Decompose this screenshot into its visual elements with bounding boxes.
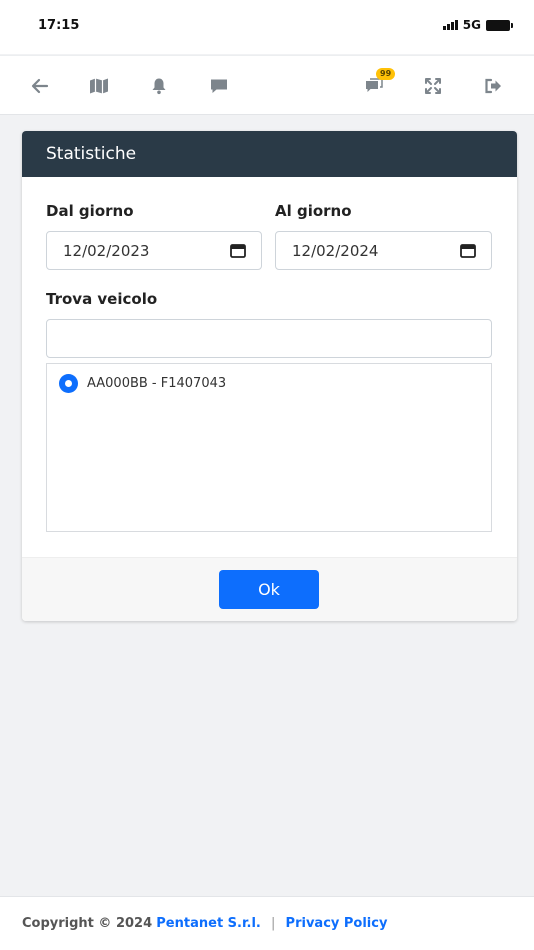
footer-separator: | [271, 916, 276, 931]
network-label: 5G [462, 18, 481, 32]
logout-icon[interactable] [481, 74, 505, 98]
page-footer: Copyright © 2024 Pentanet S.r.l. | Priva… [0, 896, 534, 950]
card-title: Statistiche [22, 131, 517, 177]
from-date-label: Dal giorno [46, 202, 134, 220]
vehicle-search-label: Trova veicolo [46, 290, 158, 308]
arrow-left-icon[interactable] [28, 74, 52, 98]
signal-icon [442, 20, 458, 30]
status-time: 17:15 [38, 18, 80, 33]
to-date-label: Al giorno [275, 202, 352, 220]
from-date-value: 12/02/2023 [63, 241, 150, 260]
privacy-policy-link[interactable]: Privacy Policy [286, 916, 388, 931]
vehicle-radio[interactable] [59, 374, 78, 393]
vehicle-search-input[interactable] [46, 319, 492, 358]
statistics-card: Statistiche Dal giorno 12/02/2023 Al gio… [22, 131, 517, 621]
company-link[interactable]: Pentanet S.r.l. [156, 916, 261, 931]
calendar-icon[interactable] [230, 243, 246, 258]
bell-icon[interactable] [147, 74, 171, 98]
chat-badge-count: 99 [376, 68, 396, 80]
to-date-value: 12/02/2024 [292, 241, 379, 260]
to-date-input[interactable]: 12/02/2024 [275, 231, 492, 270]
chat-icon[interactable] [207, 74, 231, 98]
status-indicators: 5G [442, 18, 513, 32]
card-footer: Ok [22, 557, 517, 621]
ok-button[interactable]: Ok [219, 570, 319, 609]
status-bar: 17:15 5G [0, 0, 534, 54]
calendar-icon[interactable] [460, 243, 476, 258]
from-date-input[interactable]: 12/02/2023 [46, 231, 262, 270]
vehicle-list-item[interactable]: AA000BB - F1407043 [59, 374, 226, 393]
vehicle-list: AA000BB - F1407043 [46, 363, 492, 532]
map-icon[interactable] [87, 74, 111, 98]
chat-badge-icon[interactable]: 99 [362, 68, 396, 98]
expand-icon[interactable] [421, 74, 445, 98]
copyright-text: Copyright © 2024 [22, 916, 153, 931]
battery-icon [486, 19, 513, 31]
vehicle-label: AA000BB - F1407043 [87, 376, 227, 391]
toolbar: 99 [0, 55, 534, 115]
